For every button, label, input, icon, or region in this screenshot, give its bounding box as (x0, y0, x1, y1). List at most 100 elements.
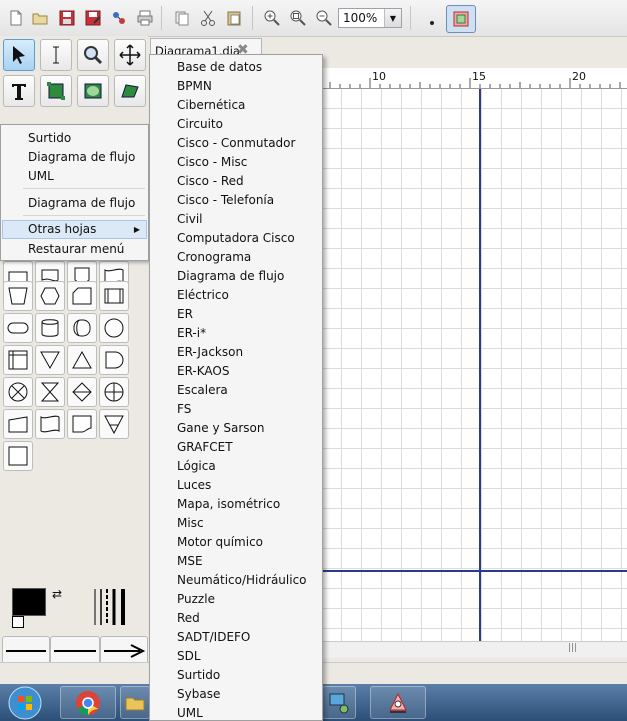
taskbar-explorer[interactable] (120, 686, 150, 719)
taskbar-dia[interactable] (370, 686, 426, 719)
menu-item-restaurar-menu[interactable]: Restaurar menú (2, 240, 147, 259)
submenu-item[interactable]: Puzzle (151, 590, 322, 609)
submenu-item[interactable]: Sybase (151, 685, 322, 704)
shape-extract[interactable] (67, 345, 97, 375)
submenu-item[interactable]: Red (151, 609, 322, 628)
print-icon[interactable] (135, 8, 155, 28)
horizontal-scrollbar[interactable]: ||| (322, 641, 627, 658)
zoom-out-icon[interactable] (314, 8, 334, 28)
menu-item-otras-hojas[interactable]: Otras hojas ▶ (2, 220, 147, 239)
foreground-color-swatch[interactable] (12, 588, 46, 616)
submenu-item[interactable]: Cisco - Conmutador (151, 134, 322, 153)
menu-item-uml[interactable]: UML (2, 167, 147, 186)
shape-internal-storage[interactable] (3, 345, 33, 375)
shape-direct-data[interactable] (67, 313, 97, 343)
submenu-item[interactable]: ER-KAOS (151, 362, 322, 381)
chevron-down-icon[interactable]: ▼ (384, 9, 401, 27)
default-colors-icon[interactable] (12, 616, 24, 628)
shape-stored-data[interactable] (35, 313, 65, 343)
submenu-item[interactable]: ER-Jackson (151, 343, 322, 362)
submenu-item[interactable]: Motor químico (151, 533, 322, 552)
submenu-item[interactable]: SADT/IDEFO (151, 628, 322, 647)
submenu-item[interactable]: Eléctrico (151, 286, 322, 305)
shape-delay[interactable] (99, 345, 129, 375)
shape-preparation[interactable] (35, 281, 65, 311)
submenu-item[interactable]: ER-i* (151, 324, 322, 343)
taskbar-network[interactable] (322, 686, 356, 719)
box-tool[interactable] (40, 75, 72, 107)
shape-merge[interactable] (35, 345, 65, 375)
cut-icon[interactable] (198, 8, 218, 28)
shape-collate[interactable] (35, 377, 65, 407)
submenu-item[interactable]: Surtido (151, 666, 322, 685)
submenu-item[interactable]: MSE (151, 552, 322, 571)
submenu-item[interactable]: ER (151, 305, 322, 324)
submenu-item[interactable]: Luces (151, 476, 322, 495)
shape-process[interactable] (3, 441, 33, 471)
submenu-item[interactable]: Circuito (151, 115, 322, 134)
save-as-icon[interactable] (83, 8, 103, 28)
submenu-item[interactable]: Neumático/Hidráulico (151, 571, 322, 590)
submenu-item[interactable]: BPMN (151, 77, 322, 96)
vertical-guide[interactable] (479, 89, 481, 641)
submenu-item[interactable]: GRAFCET (151, 438, 322, 457)
start-button[interactable] (4, 685, 46, 721)
scrollbar-grip-icon[interactable]: ||| (568, 643, 577, 653)
pointer-tool[interactable] (3, 39, 35, 71)
paste-icon[interactable] (224, 8, 244, 28)
submenu-item[interactable]: SDL (151, 647, 322, 666)
zoom-combobox[interactable]: 100% ▼ (338, 8, 402, 28)
submenu-item[interactable]: FS (151, 400, 322, 419)
submenu-item[interactable]: Diagrama de flujo (151, 267, 322, 286)
shape-predefined-process[interactable] (99, 281, 129, 311)
shape-sort[interactable] (67, 377, 97, 407)
shape-offline-storage[interactable] (99, 409, 129, 439)
menu-item-diagrama-de-flujo-recent[interactable]: Diagrama de flujo (2, 194, 147, 213)
magnify-tool[interactable] (77, 39, 109, 71)
swap-colors-icon[interactable]: ⇄ (52, 587, 62, 601)
shape-punched-tape[interactable] (35, 409, 65, 439)
submenu-item[interactable]: Lógica (151, 457, 322, 476)
line-width-selector[interactable] (92, 587, 132, 627)
shape-manual-operation[interactable] (3, 281, 33, 311)
shape-card[interactable] (67, 281, 97, 311)
move-tool[interactable] (114, 39, 146, 71)
submenu-item[interactable]: Computadora Cisco (151, 229, 322, 248)
open-file-icon[interactable] (30, 8, 50, 28)
taskbar-chrome[interactable] (60, 686, 116, 719)
zoom-in-icon[interactable] (262, 8, 282, 28)
shape-display[interactable] (67, 409, 97, 439)
submenu-item[interactable]: Civil (151, 210, 322, 229)
show-connection-points-icon[interactable] (446, 5, 476, 33)
zoom-fit-icon[interactable] (288, 8, 308, 28)
copy-icon[interactable] (172, 8, 192, 28)
shape-manual-input-2[interactable] (3, 409, 33, 439)
submenu-item[interactable]: Cisco - Telefonía (151, 191, 322, 210)
export-icon[interactable] (109, 8, 129, 28)
new-file-icon[interactable] (6, 8, 26, 28)
submenu-item[interactable]: Cisco - Red (151, 172, 322, 191)
submenu-item[interactable]: Cisco - Misc (151, 153, 322, 172)
polygon-tool[interactable] (114, 75, 146, 107)
submenu-item[interactable]: Base de datos (151, 58, 322, 77)
submenu-item[interactable]: Escalera (151, 381, 322, 400)
horizontal-guide[interactable] (322, 570, 627, 572)
ellipse-tool[interactable] (77, 75, 109, 107)
submenu-item[interactable]: Mapa, isométrico (151, 495, 322, 514)
submenu-item[interactable]: Misc (151, 514, 322, 533)
shape-summing-junction[interactable] (3, 377, 33, 407)
submenu-item[interactable]: Cronograma (151, 248, 322, 267)
menu-item-surtido[interactable]: Surtido (2, 129, 147, 148)
shape-connector[interactable] (99, 313, 129, 343)
text-tool[interactable] (3, 75, 35, 107)
snap-to-grid-icon[interactable] (420, 8, 440, 28)
save-icon[interactable] (57, 8, 77, 28)
shape-terminator[interactable] (3, 313, 33, 343)
submenu-item[interactable]: Cibernética (151, 96, 322, 115)
menu-item-diagrama-de-flujo[interactable]: Diagrama de flujo (2, 148, 147, 167)
submenu-item[interactable]: Gane y Sarson (151, 419, 322, 438)
submenu-item[interactable]: UML (151, 704, 322, 720)
shape-or[interactable] (99, 377, 129, 407)
drawing-canvas[interactable] (322, 89, 627, 641)
text-edit-tool[interactable] (40, 39, 72, 71)
